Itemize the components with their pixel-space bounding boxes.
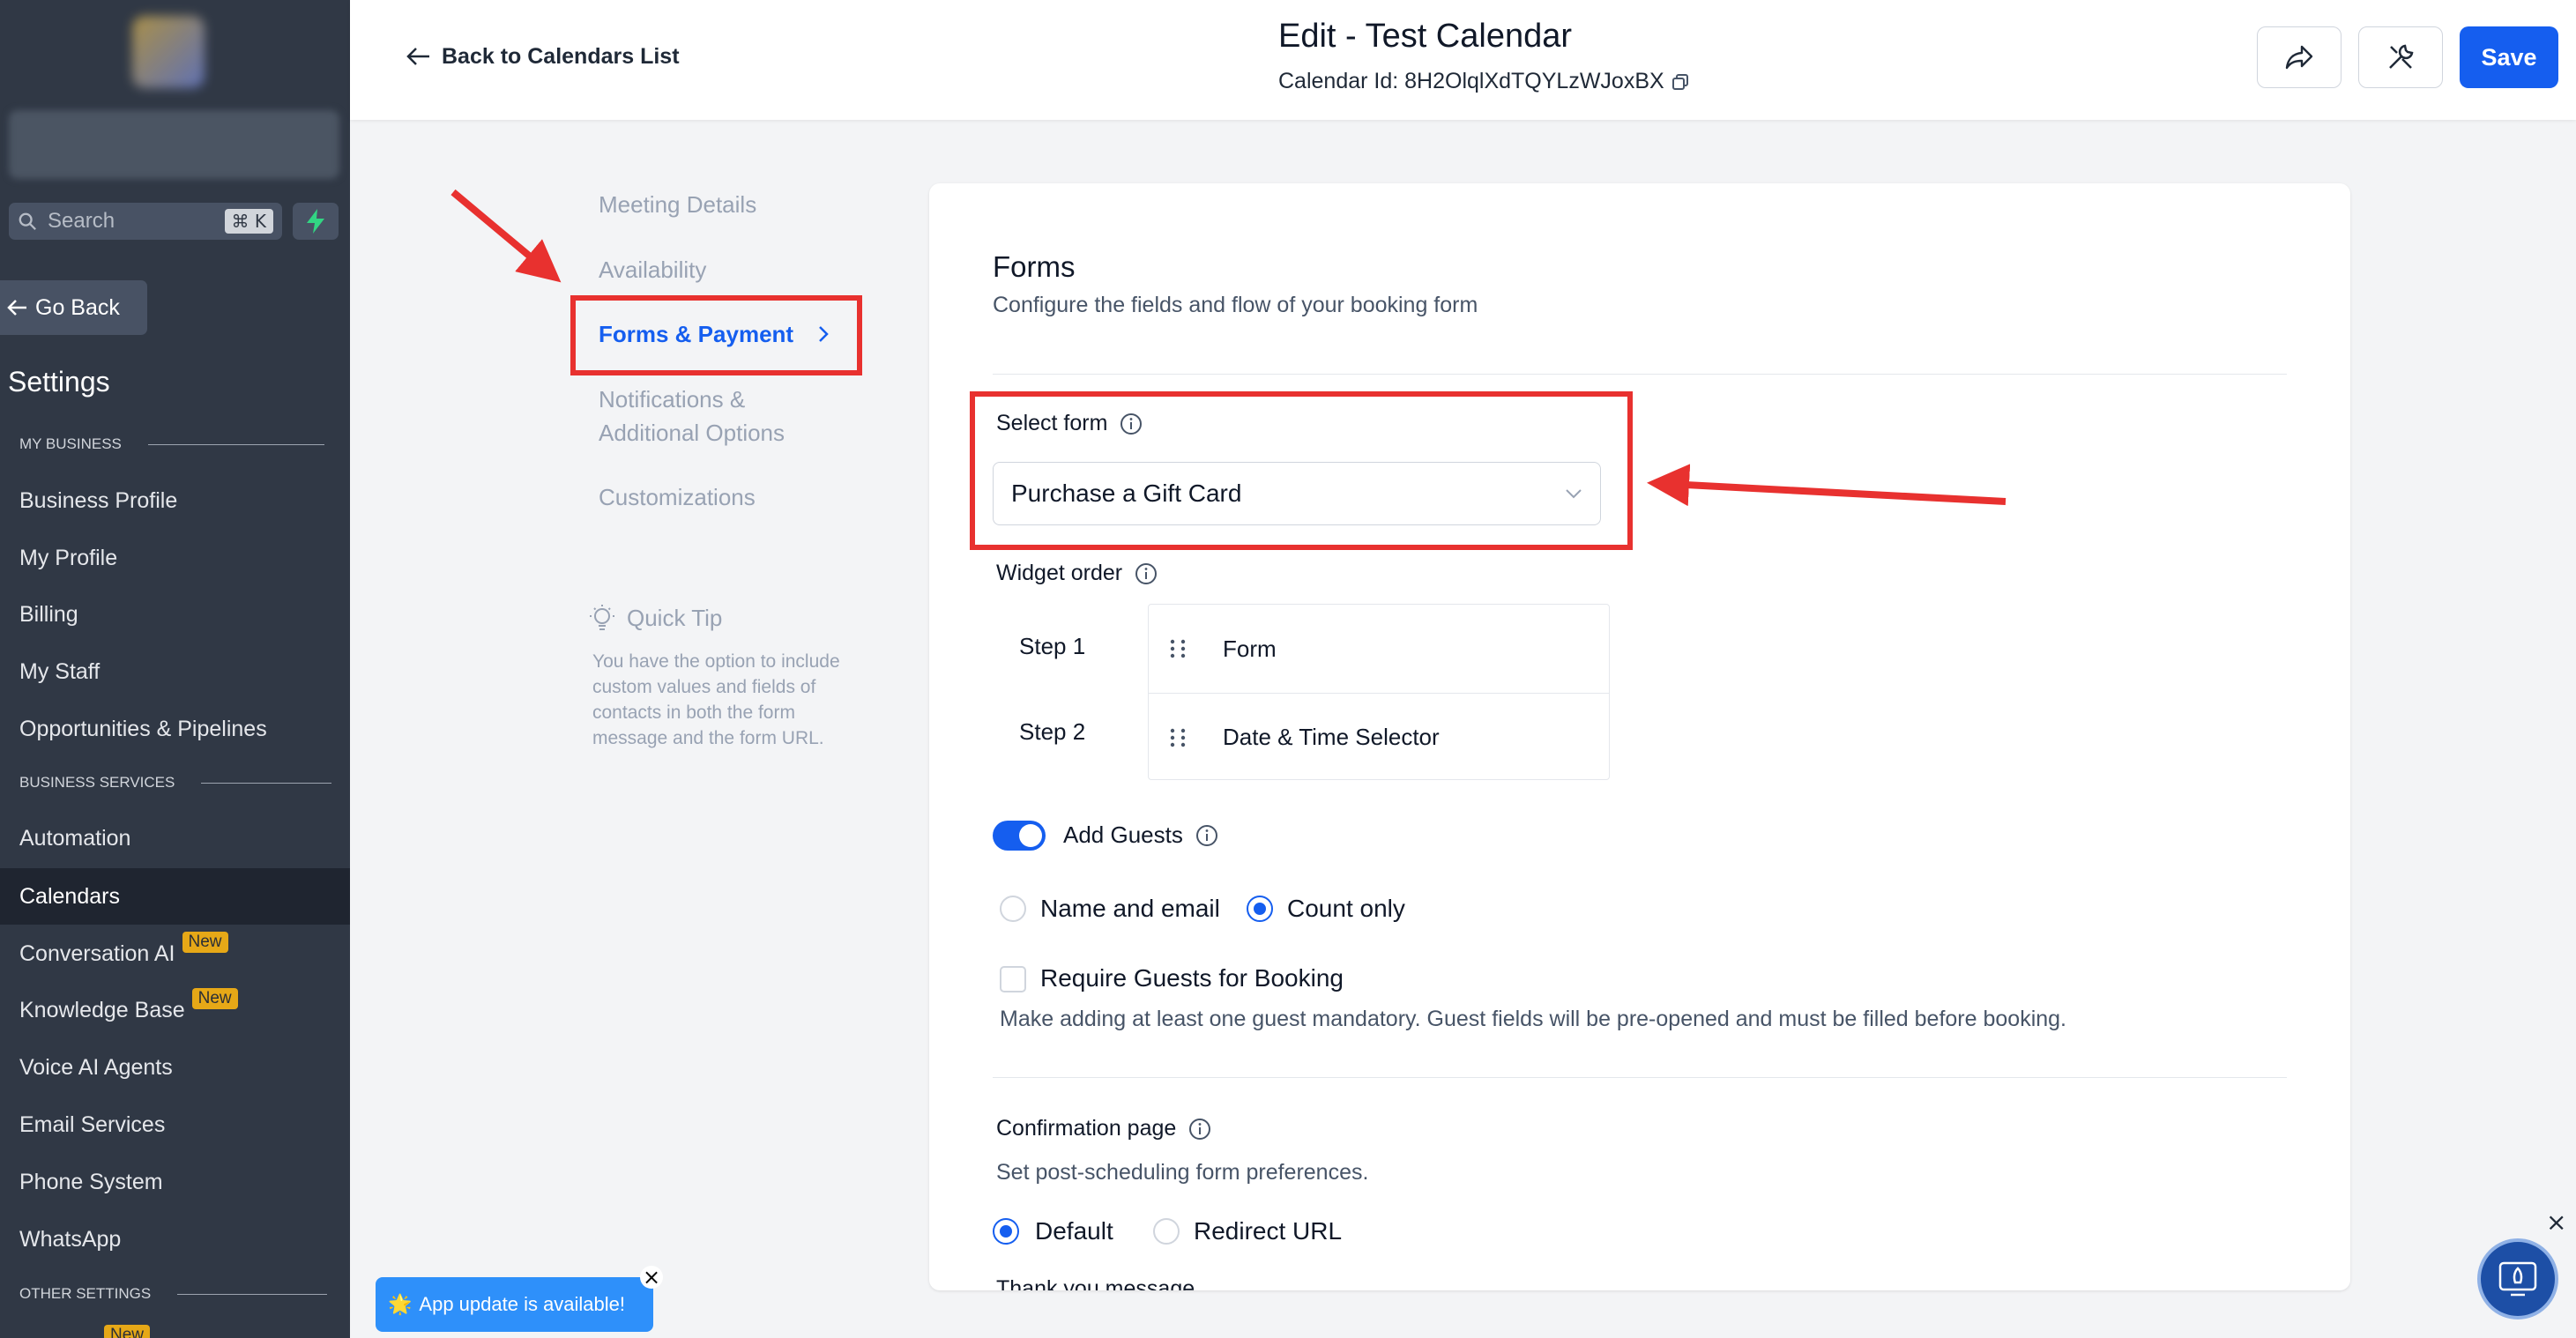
app-update-toast[interactable]: 🌟 App update is available!: [376, 1277, 653, 1332]
app-update-text: App update is available!: [419, 1293, 626, 1315]
arrow-to-select-form: [1647, 464, 2006, 507]
close-icon[interactable]: ×: [640, 1265, 663, 1290]
star-icon: 🌟: [388, 1293, 413, 1315]
close-icon[interactable]: ×: [2546, 1208, 2566, 1237]
annotation-arrows: [450, 189, 2006, 507]
arrow-to-subnav: [450, 189, 562, 283]
rocket-icon: [2498, 1261, 2537, 1297]
help-launcher-button[interactable]: [2477, 1238, 2558, 1319]
